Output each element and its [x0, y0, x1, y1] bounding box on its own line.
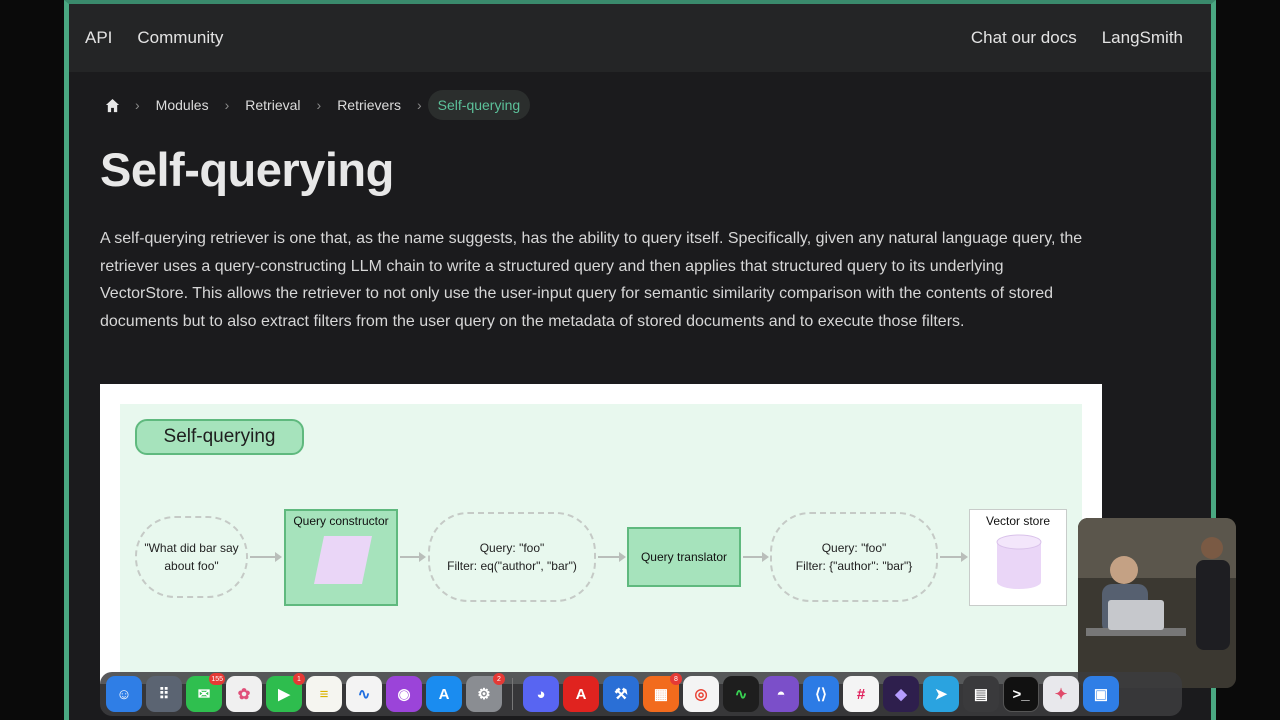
- arrow-icon: [250, 552, 282, 562]
- discord-icon[interactable]: ◕: [523, 676, 559, 712]
- arrow-icon: [940, 552, 968, 562]
- notes-icon[interactable]: ≡: [306, 676, 342, 712]
- database-icon: [996, 534, 1042, 589]
- query-2-text: Query: "foo": [821, 541, 887, 555]
- diagram-canvas: Self-querying "What did bar say about fo…: [120, 404, 1082, 684]
- notifications-badge: 8: [670, 673, 682, 685]
- arrow-icon: [400, 552, 426, 562]
- messages-icon[interactable]: ✉ 155: [186, 673, 225, 712]
- query-1-text: Query: "foo": [479, 541, 545, 555]
- arrow-icon: [598, 552, 626, 562]
- chevron-right-icon: ›: [135, 97, 140, 113]
- diagram-query-bubble-1: Query: "foo" Filter: eq("author", "bar"): [428, 512, 596, 602]
- slack-icon[interactable]: #: [843, 676, 879, 712]
- webcam-overlay: [1078, 518, 1236, 688]
- top-nav: API Community Chat our docs LangSmith: [69, 4, 1211, 72]
- photos-icon[interactable]: ✿: [226, 676, 262, 712]
- facetime-icon[interactable]: ▶ 1: [266, 673, 305, 712]
- diagram-query-translator: Query translator: [627, 527, 741, 587]
- github-icon[interactable]: ◓: [763, 676, 799, 712]
- diagram-vector-store: Vector store: [969, 509, 1067, 606]
- activity-monitor-icon[interactable]: ∿: [723, 676, 759, 712]
- app-icon-2[interactable]: ▣: [1083, 676, 1119, 712]
- diagram-image: Self-querying "What did bar say about fo…: [100, 384, 1102, 684]
- breadcrumb-retrieval[interactable]: Retrieval: [235, 97, 310, 113]
- app-icon[interactable]: ✦: [1043, 676, 1079, 712]
- arrow-icon: [743, 552, 769, 562]
- dock-separator: [512, 678, 513, 710]
- breadcrumb: › Modules › Retrieval › Retrievers › Sel…: [101, 90, 531, 120]
- app-store-icon[interactable]: A: [426, 676, 462, 712]
- settings-icon[interactable]: ⚙ 2: [466, 673, 505, 712]
- diagram-title-pill: Self-querying: [135, 419, 304, 455]
- nav-community-link[interactable]: Community: [137, 28, 223, 48]
- finder-icon[interactable]: ☺: [106, 676, 142, 712]
- chrome-icon[interactable]: ◎: [683, 676, 719, 712]
- breadcrumb-current: Self-querying: [427, 90, 531, 120]
- page-title: Self-querying: [100, 143, 394, 196]
- xcode-icon[interactable]: ⚒: [603, 676, 639, 712]
- nav-langsmith-link[interactable]: LangSmith: [1102, 28, 1183, 48]
- terminal-icon[interactable]: >_: [1003, 676, 1039, 712]
- breadcrumb-retrievers[interactable]: Retrievers: [327, 97, 411, 113]
- facetime-badge: 1: [293, 673, 305, 685]
- podcasts-icon[interactable]: ◉: [386, 676, 422, 712]
- acrobat-icon[interactable]: A: [563, 676, 599, 712]
- intro-paragraph: A self-querying retriever is one that, a…: [100, 230, 1083, 331]
- diagram-input-bubble: "What did bar say about foo": [135, 516, 248, 598]
- vscode-icon[interactable]: ⟨⟩: [803, 676, 839, 712]
- settings-badge: 2: [493, 673, 505, 685]
- chevron-right-icon: ›: [416, 97, 422, 113]
- notifications-app-icon[interactable]: ▦ 8: [643, 673, 682, 712]
- query-constructor-label: Query constructor: [293, 514, 389, 528]
- telegram-icon[interactable]: ➤: [923, 676, 959, 712]
- browser-frame: API Community Chat our docs LangSmith › …: [64, 0, 1216, 720]
- home-icon[interactable]: [101, 94, 123, 116]
- nav-api-link[interactable]: API: [85, 28, 112, 48]
- macos-dock: ☺ ⠿ ✉ 155 ✿ ▶ 1 ≡ ∿ ◉ A ⚙ 2 ◕ A ⚒ ▦ 8 ◎ ∿ ◓ …: [100, 672, 1182, 716]
- calculator-icon[interactable]: ▤: [963, 676, 999, 712]
- diagram-query-bubble-2: Query: "foo" Filter: {"author": "bar"}: [770, 512, 938, 602]
- vector-store-label: Vector store: [985, 514, 1051, 528]
- diagram-query-constructor: Query constructor: [284, 509, 398, 606]
- nav-chat-docs-link[interactable]: Chat our docs: [971, 28, 1077, 48]
- chevron-right-icon: ›: [316, 97, 322, 113]
- breadcrumb-modules[interactable]: Modules: [146, 97, 219, 113]
- obsidian-icon[interactable]: ◆: [883, 676, 919, 712]
- filter-2-text: Filter: {"author": "bar"}: [795, 559, 913, 573]
- messages-badge: 155: [209, 673, 225, 685]
- chevron-right-icon: ›: [224, 97, 230, 113]
- parallelogram-icon: [314, 536, 372, 584]
- freeform-icon[interactable]: ∿: [346, 676, 382, 712]
- launchpad-icon[interactable]: ⠿: [146, 676, 182, 712]
- filter-1-text: Filter: eq("author", "bar"): [447, 559, 577, 573]
